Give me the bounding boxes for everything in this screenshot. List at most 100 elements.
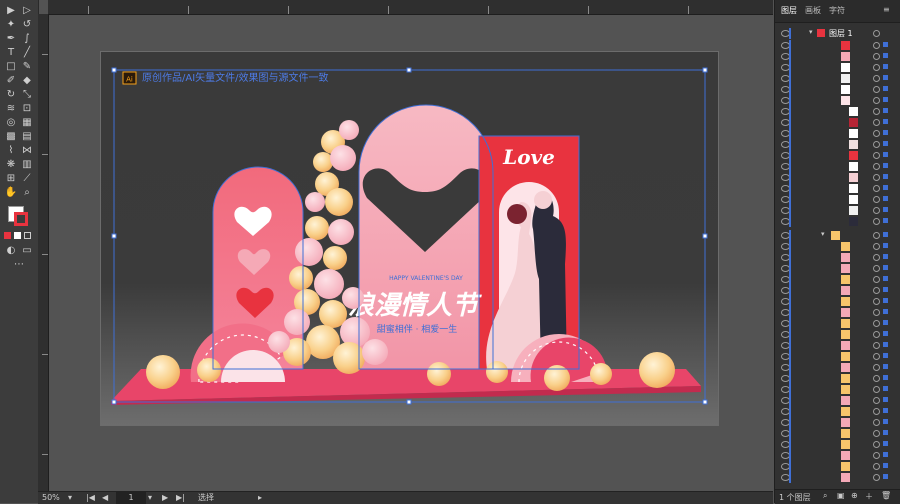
hand-tool-icon[interactable]: ✋: [4, 186, 18, 199]
list-item[interactable]: [775, 362, 900, 373]
tab-artboards[interactable]: 画板: [805, 5, 821, 16]
panel-menu-icon[interactable]: ≡: [883, 5, 890, 14]
list-item[interactable]: [775, 84, 900, 95]
rotate-tool-icon[interactable]: ↻: [4, 88, 18, 101]
list-item[interactable]: [775, 252, 900, 263]
list-item[interactable]: [775, 51, 900, 62]
tab-character[interactable]: 字符: [829, 5, 845, 16]
target-icon[interactable]: [873, 30, 880, 37]
list-item[interactable]: [775, 307, 900, 318]
shape-builder-icon[interactable]: ◎: [4, 116, 18, 129]
direct-selection-tool-icon[interactable]: ▷: [20, 4, 34, 17]
make-clip-mask-icon[interactable]: ▣: [837, 491, 845, 500]
perspective-grid-icon[interactable]: ▦: [20, 116, 34, 129]
list-item[interactable]: [775, 216, 900, 227]
status-menu-icon[interactable]: ▸: [258, 492, 262, 504]
list-item[interactable]: [775, 406, 900, 417]
eraser-icon[interactable]: ◆: [20, 74, 34, 87]
list-item[interactable]: [775, 472, 900, 483]
sublayer-group-row[interactable]: ▾: [775, 230, 900, 241]
list-item[interactable]: [775, 373, 900, 384]
list-item[interactable]: [775, 329, 900, 340]
list-item[interactable]: [775, 241, 900, 252]
list-item[interactable]: [775, 117, 900, 128]
artboard-tool-icon[interactable]: ⊞: [4, 172, 18, 185]
ai-badge-text: Ai: [126, 76, 133, 84]
paintbrush-icon[interactable]: ✎: [20, 60, 34, 73]
expand-arrow-icon[interactable]: ▾: [809, 28, 813, 36]
list-item[interactable]: [775, 439, 900, 450]
symbol-sprayer-icon[interactable]: ❋: [4, 158, 18, 171]
draw-mode-icon[interactable]: ◐: [4, 244, 18, 257]
list-item[interactable]: [775, 128, 900, 139]
color-mode-buttons[interactable]: [4, 232, 34, 240]
list-item[interactable]: [775, 139, 900, 150]
prev-artboard-icon[interactable]: ◀: [102, 492, 108, 504]
layer-name[interactable]: 图层 1: [829, 28, 853, 39]
width-tool-icon[interactable]: ≋: [4, 102, 18, 115]
artboard-dropdown-icon[interactable]: ▾: [148, 492, 152, 504]
scale-tool-icon[interactable]: ⤡: [20, 88, 34, 101]
list-item[interactable]: [775, 106, 900, 117]
next-artboard-icon[interactable]: ▶: [162, 492, 168, 504]
list-item[interactable]: [775, 384, 900, 395]
list-item[interactable]: [775, 318, 900, 329]
column-graph-icon[interactable]: ▥: [20, 158, 34, 171]
list-item[interactable]: [775, 194, 900, 205]
list-item[interactable]: [775, 417, 900, 428]
delete-layer-icon[interactable]: 🗑: [881, 491, 891, 500]
first-artboard-icon[interactable]: |◀: [86, 492, 95, 504]
artwork-svg[interactable]: Love HAPPY VALENTINE'S DAY 浪漫情人节 甜蜜相伴 · …: [101, 52, 718, 425]
pen-tool-icon[interactable]: ✒: [4, 32, 18, 45]
edit-toolbar-icon[interactable]: ⋯: [12, 258, 26, 271]
curvature-tool-icon[interactable]: ∫: [20, 32, 34, 45]
list-item[interactable]: [775, 40, 900, 51]
zoom-dropdown-icon[interactable]: ▾: [68, 492, 72, 504]
list-item[interactable]: [775, 285, 900, 296]
search-icon[interactable]: ⌕: [823, 491, 827, 501]
list-item[interactable]: [775, 183, 900, 194]
floor-balloon: [590, 363, 612, 385]
list-item[interactable]: [775, 73, 900, 84]
list-item[interactable]: [775, 428, 900, 439]
list-item[interactable]: [775, 351, 900, 362]
list-item[interactable]: [775, 62, 900, 73]
slice-tool-icon[interactable]: ⟋: [20, 172, 34, 185]
list-item[interactable]: [775, 161, 900, 172]
list-item[interactable]: [775, 340, 900, 351]
list-item[interactable]: [775, 205, 900, 216]
list-item[interactable]: [775, 461, 900, 472]
blend-tool-icon[interactable]: ⋈: [20, 144, 34, 157]
new-sublayer-icon[interactable]: ⊕: [851, 491, 858, 500]
list-item[interactable]: [775, 150, 900, 161]
artboard-number[interactable]: 1: [116, 492, 146, 504]
zoom-level[interactable]: 50%: [42, 492, 60, 504]
line-tool-icon[interactable]: ╱: [20, 46, 34, 59]
selection-tool-icon[interactable]: ▶: [4, 4, 18, 17]
eyedropper-icon[interactable]: ⌇: [4, 144, 18, 157]
list-item[interactable]: [775, 172, 900, 183]
mesh-tool-icon[interactable]: ▩: [4, 130, 18, 143]
notice-text: 原创作品/AI矢量文件/效果图与源文件一致: [142, 71, 329, 84]
list-item[interactable]: [775, 296, 900, 307]
gradient-tool-icon[interactable]: ▤: [20, 130, 34, 143]
tab-layers[interactable]: 图层: [781, 5, 797, 16]
list-item[interactable]: [775, 263, 900, 274]
layer-row-top[interactable]: ▾ 图层 1: [775, 28, 900, 39]
type-tool-icon[interactable]: T: [4, 46, 18, 59]
list-item[interactable]: [775, 395, 900, 406]
list-item[interactable]: [775, 274, 900, 285]
free-transform-icon[interactable]: ⊡: [20, 102, 34, 115]
list-item[interactable]: [775, 450, 900, 461]
list-item[interactable]: [775, 95, 900, 106]
magic-wand-icon[interactable]: ✦: [4, 18, 18, 31]
fill-stroke-swatch[interactable]: [8, 206, 30, 228]
artboard[interactable]: Love HAPPY VALENTINE'S DAY 浪漫情人节 甜蜜相伴 · …: [100, 51, 719, 426]
screen-mode-icon[interactable]: ▭: [20, 244, 34, 257]
new-layer-icon[interactable]: ＋: [865, 491, 873, 502]
lasso-icon[interactable]: ↺: [20, 18, 34, 31]
shaper-tool-icon[interactable]: ✐: [4, 74, 18, 87]
zoom-tool-icon[interactable]: ⌕: [20, 186, 34, 199]
last-artboard-icon[interactable]: ▶|: [176, 492, 185, 504]
rectangle-tool-icon[interactable]: □: [4, 60, 18, 73]
